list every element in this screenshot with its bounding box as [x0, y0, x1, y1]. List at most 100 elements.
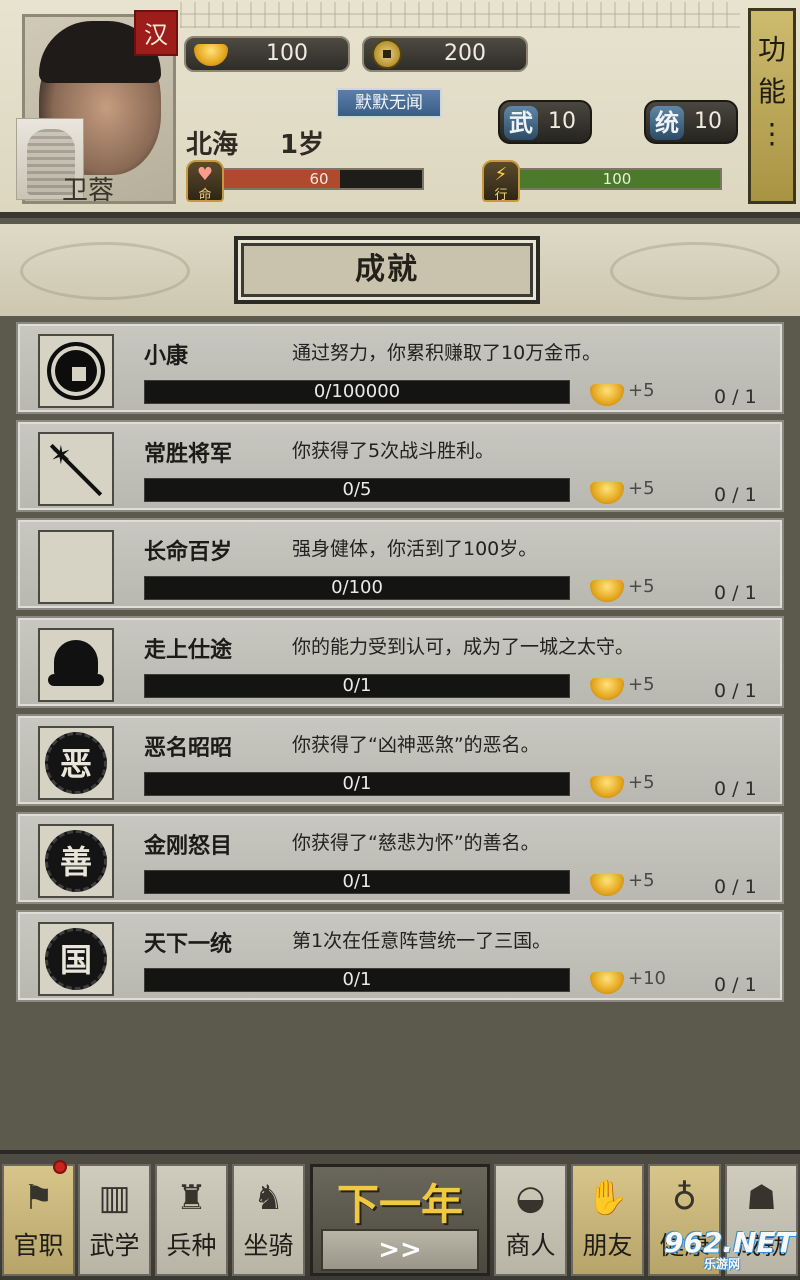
function-menu-button[interactable]: 功 能 ⋮: [748, 8, 796, 204]
ingot-icon: [590, 874, 624, 896]
achievement-progress-bar: 0/5: [144, 478, 570, 502]
spouse-name: 卫蓉: [62, 176, 115, 206]
life-bar-value: 60: [309, 170, 329, 188]
achievement-desc: 强身健体，你活到了100岁。: [292, 538, 538, 560]
ingot-icon: [590, 482, 624, 504]
achievement-name: 长命百岁: [144, 539, 233, 565]
page-title: 成就: [355, 252, 419, 287]
achievement-row[interactable]: 恶 恶名昭昭 你获得了“凶神恶煞”的恶名。 0/1 +5 0 / 1: [16, 714, 784, 806]
achievement-count: 0 / 1: [714, 386, 757, 408]
good-seal-icon: 善: [45, 830, 107, 892]
nav-item-friends[interactable]: ✋ 朋友: [571, 1164, 644, 1276]
nav-item-mount[interactable]: ♞ 坐骑: [232, 1164, 305, 1276]
official-hat-icon: [48, 640, 104, 690]
map-icon: ☗: [746, 1178, 777, 1218]
stat-martial[interactable]: 武 10: [498, 100, 592, 144]
action-bar: 100: [512, 168, 722, 190]
ingot-icon: [590, 580, 624, 602]
achievement-reward: +5: [628, 576, 655, 597]
achievement-progress-bar: 0/1: [144, 674, 570, 698]
achievement-name: 恶名昭昭: [144, 735, 233, 761]
nav-item-martial[interactable]: ▥ 武学: [78, 1164, 151, 1276]
ingot-icon: [590, 972, 624, 994]
achievement-progress-bar: 0/100000: [144, 380, 570, 404]
spear-icon: [46, 439, 106, 499]
achievement-desc: 你的能力受到认可，成为了一城之太守。: [292, 636, 635, 658]
martial-icon: ▥: [98, 1178, 131, 1218]
achievement-progress: 0/5: [342, 479, 372, 500]
heart-icon: ♥: [196, 164, 214, 185]
nav-item-official[interactable]: ⚑ 官职: [2, 1160, 75, 1276]
player-header: 汉 卫蓉 100 200 默默无闻 北海 1岁 武 10 统 10 60 ♥ 命…: [0, 0, 800, 218]
reputation-title[interactable]: 默默无闻: [336, 88, 442, 118]
next-year-button[interactable]: 下一年: [313, 1171, 487, 1232]
stat-command-value: 10: [694, 109, 722, 134]
achievement-row[interactable]: 小康 通过努力，你累积赚取了10万金币。 0/100000 +5 0 / 1: [16, 322, 784, 414]
achievement-progress-bar: 0/1: [144, 968, 570, 992]
more-icon: ⋮: [758, 117, 786, 150]
ingot-icon: [590, 384, 624, 406]
achievement-row[interactable]: 长命百岁 强身健体，你活到了100岁。 0/100 +5 0 / 1: [16, 518, 784, 610]
achievement-icon-box: 恶: [38, 726, 114, 800]
cloud-ornament-left: [20, 242, 190, 300]
achievement-count: 0 / 1: [714, 876, 757, 898]
achievement-desc: 第1次在任意阵营统一了三国。: [292, 930, 552, 952]
achievement-name: 金刚怒目: [144, 833, 233, 859]
achievement-name: 常胜将军: [144, 441, 233, 467]
official-icon: ⚑: [23, 1178, 54, 1218]
achievement-reward: +5: [628, 674, 655, 695]
achievement-reward: +5: [628, 772, 655, 793]
nav-label: 官职: [13, 1231, 64, 1260]
achievement-desc: 你获得了“凶神恶煞”的恶名。: [292, 734, 540, 756]
achievement-icon-box: 国: [38, 922, 114, 996]
life-badge: ♥ 命: [186, 160, 224, 203]
nav-item-merchant[interactable]: ◒ 商人: [494, 1164, 567, 1276]
achievement-row[interactable]: 常胜将军 你获得了5次战斗胜利。 0/5 +5 0 / 1: [16, 420, 784, 512]
stat-command[interactable]: 统 10: [644, 100, 738, 144]
fast-forward-button[interactable]: >>: [321, 1229, 479, 1271]
achievement-row[interactable]: 善 金刚怒目 你获得了“慈悲为怀”的善名。 0/1 +5 0 / 1: [16, 812, 784, 904]
nav-item-troops[interactable]: ♜ 兵种: [155, 1164, 228, 1276]
title-plate: 成就: [234, 236, 540, 304]
achievement-row[interactable]: 国 天下一统 第1次在任意阵营统一了三国。 0/1 +10 0 / 1: [16, 910, 784, 1002]
function-label-2: 能: [757, 75, 786, 108]
achievement-reward: +5: [628, 870, 655, 891]
achievement-desc: 你获得了5次战斗胜利。: [292, 440, 495, 462]
action-badge: ⚡ 行: [482, 160, 520, 203]
achievement-icon-box: [38, 628, 114, 702]
achievement-progress: 0/100000: [313, 381, 401, 402]
stat-martial-value: 10: [548, 109, 576, 134]
helmet-icon: ♜: [176, 1178, 207, 1218]
stat-martial-label: 武: [504, 106, 538, 140]
nav-label: 坐骑: [243, 1231, 294, 1260]
evil-seal-icon: 恶: [45, 732, 107, 794]
nav-label: 兵种: [166, 1231, 217, 1260]
ingot-counter: 100: [184, 36, 350, 72]
life-tag: 命: [198, 188, 212, 203]
achievement-name: 小康: [144, 343, 189, 369]
gourd-icon: ♁: [672, 1178, 697, 1218]
achievement-desc: 通过努力，你累积赚取了10万金币。: [292, 342, 602, 364]
achievement-progress-bar: 0/100: [144, 576, 570, 600]
next-year-panel: 下一年 >>: [310, 1164, 490, 1276]
achievement-reward: +5: [628, 478, 655, 499]
achievement-count: 0 / 1: [714, 974, 757, 996]
site-watermark: 962.NET 乐游网: [664, 1226, 798, 1276]
achievement-name: 走上仕途: [144, 637, 233, 663]
age-label: 1岁: [280, 130, 325, 160]
ingot-value: 100: [266, 41, 308, 66]
coin-icon: [47, 342, 105, 400]
achievement-desc: 你获得了“慈悲为怀”的善名。: [292, 832, 540, 854]
handshake-icon: ✋: [586, 1178, 629, 1218]
coin-value: 200: [444, 41, 486, 66]
achievement-row[interactable]: 走上仕途 你的能力受到认可，成为了一城之太守。 0/1 +5 0 / 1: [16, 616, 784, 708]
faction-badge: 汉: [134, 10, 178, 56]
header-fret-decoration: [180, 2, 740, 28]
stat-command-label: 统: [650, 106, 684, 140]
achievement-icon-box: 善: [38, 824, 114, 898]
achievement-progress: 0/1: [342, 773, 372, 794]
nav-label: 武学: [89, 1231, 140, 1260]
notification-dot: [53, 1160, 67, 1174]
achievement-progress: 0/1: [342, 675, 372, 696]
ingot-icon: [590, 776, 624, 798]
